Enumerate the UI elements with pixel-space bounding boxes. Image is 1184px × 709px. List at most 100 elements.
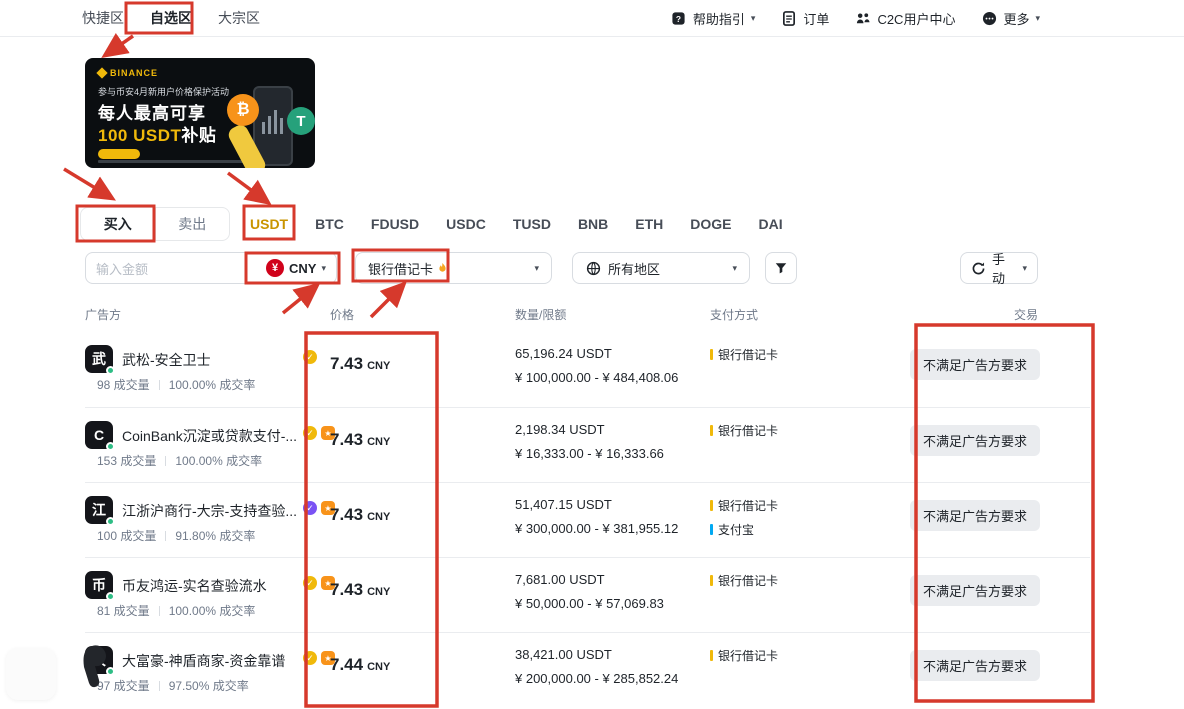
promo-banner[interactable]: BINANCE 参与币安4月新用户价格保护活动 每人最高可享 100 USDT补…: [85, 58, 315, 168]
trade-action-button[interactable]: 不满足广告方要求: [910, 650, 1040, 681]
advertiser-stats: 97 成交量97.50% 成交率: [97, 677, 249, 694]
annotation-arrow-usdt: [228, 173, 266, 201]
more-menu[interactable]: 更多 ▾: [981, 9, 1040, 28]
col-advertiser: 广告方: [85, 306, 121, 323]
asset-tab-bnb[interactable]: BNB: [578, 216, 608, 232]
asset-tab-doge[interactable]: DOGE: [690, 216, 731, 232]
c2c-user-center-menu[interactable]: C2C用户中心: [855, 9, 955, 28]
table-row[interactable]: 武 武松-安全卫士 ✓ 98 成交量100.00% 成交率 7.43CNY 65…: [85, 332, 1090, 407]
amount-input[interactable]: 输入金额: [96, 259, 148, 278]
limit-range: ¥ 200,000.00 - ¥ 285,852.24: [515, 671, 678, 686]
svg-text:?: ?: [676, 13, 681, 23]
top-navbar: 快捷区 自选区 大宗区 ? 帮助指引 ▾ 订单 C: [0, 0, 1184, 37]
tab-express-zone[interactable]: 快捷区: [82, 8, 124, 28]
globe-icon: [585, 260, 601, 276]
advertiser-name[interactable]: 大富豪-神盾商家-资金靠谱: [122, 651, 285, 671]
table-row[interactable]: C CoinBank沉淀或贷款支付-... ✓★ 153 成交量100.00% …: [85, 407, 1090, 482]
buy-sell-toggle: 买入 卖出: [80, 207, 230, 241]
advertiser-name[interactable]: 币友鸿运-实名查验流水: [122, 576, 267, 596]
binance-diamond-icon: [96, 67, 107, 78]
market-tabs: 快捷区 自选区 大宗区: [82, 0, 260, 36]
advanced-filter-button[interactable]: [765, 252, 797, 284]
table-row[interactable]: 江 江浙沪商行-大宗-支持查验... ✓★ 100 成交量91.80% 成交率 …: [85, 482, 1090, 557]
payment-methods: 银行借记卡 支付宝: [710, 497, 778, 538]
asset-tab-btc[interactable]: BTC: [315, 216, 344, 232]
chevron-down-icon: ▾: [732, 264, 737, 273]
banner-highlight: 100 USDT补贴: [98, 121, 216, 146]
trade-action-button[interactable]: 不满足广告方要求: [910, 575, 1040, 606]
advertiser-name[interactable]: CoinBank沉淀或贷款支付-...: [122, 426, 297, 446]
sell-tab[interactable]: 卖出: [156, 208, 230, 240]
available-amount: 38,421.00 USDT: [515, 647, 612, 662]
users-icon: [855, 10, 871, 26]
payment-methods: 银行借记卡: [710, 422, 778, 439]
chevron-down-icon: ▾: [751, 14, 756, 23]
col-payment: 支付方式: [710, 306, 758, 323]
online-dot: [106, 517, 115, 526]
trade-action-button[interactable]: 不满足广告方要求: [910, 349, 1040, 380]
banner-subtitle: 参与币安4月新用户价格保护活动: [98, 85, 229, 98]
asset-tab-eth[interactable]: ETH: [635, 216, 663, 232]
alipay-bar-icon: [710, 524, 713, 535]
available-amount: 65,196.24 USDT: [515, 346, 612, 361]
advertiser-stats: 98 成交量100.00% 成交率: [97, 376, 255, 393]
advertiser-name[interactable]: 武松-安全卫士: [122, 350, 211, 370]
chat-widget[interactable]: [6, 648, 56, 700]
advertiser-stats: 153 成交量100.00% 成交率: [97, 452, 262, 469]
tab-self-select-zone[interactable]: 自选区: [150, 8, 192, 28]
payment-method-select[interactable]: 银行借记卡 ▾: [355, 252, 552, 284]
col-trade: 交易: [1014, 306, 1038, 323]
avatar: C: [85, 421, 113, 449]
banner-cta-pill[interactable]: [98, 149, 140, 159]
advertiser-stats: 81 成交量100.00% 成交率: [97, 602, 255, 619]
verified-check-icon: ✓: [303, 651, 317, 665]
orders-menu[interactable]: 订单: [781, 9, 829, 28]
asset-tab-tusd[interactable]: TUSD: [513, 216, 551, 232]
avatar: 江: [85, 496, 113, 524]
refresh-mode-control[interactable]: 手动 ▾: [960, 252, 1038, 284]
payment-methods: 银行借记卡: [710, 346, 778, 363]
online-dot: [106, 667, 115, 676]
verified-check-icon: ✓: [303, 426, 317, 440]
cny-yuan-icon: ¥: [266, 259, 284, 277]
online-dot: [106, 592, 115, 601]
bank-card-bar-icon: [710, 575, 713, 586]
verified-check-icon: ✓: [303, 501, 317, 515]
bank-card-bar-icon: [710, 650, 713, 661]
price-cell: 7.43CNY: [330, 430, 390, 450]
table-row[interactable]: 大 大富豪-神盾商家-资金靠谱 ✓★ 97 成交量97.50% 成交率 7.44…: [85, 632, 1090, 707]
payment-methods: 银行借记卡: [710, 572, 778, 589]
buy-tab[interactable]: 买入: [81, 208, 156, 240]
refresh-icon: [971, 260, 986, 276]
col-amount-limit: 数量/限额: [515, 306, 566, 323]
available-amount: 2,198.34 USDT: [515, 422, 605, 437]
price-cell: 7.43CNY: [330, 505, 390, 525]
limit-range: ¥ 300,000.00 - ¥ 381,955.12: [515, 521, 678, 536]
asset-tabs: USDT BTC FDUSD USDC TUSD BNB ETH DOGE DA…: [250, 207, 783, 241]
col-price: 价格: [330, 306, 354, 323]
annotation-arrow-buy: [64, 169, 110, 197]
bank-card-bar-icon: [710, 349, 713, 360]
asset-tab-dai[interactable]: DAI: [759, 216, 783, 232]
tether-icon: T: [287, 107, 315, 135]
amount-filter-group: 输入金额 ¥ CNY ▾: [85, 252, 337, 284]
help-guide-menu[interactable]: ? 帮助指引 ▾: [671, 9, 756, 28]
table-row[interactable]: 币 币友鸿运-实名查验流水 ✓★ 81 成交量100.00% 成交率 7.43C…: [85, 557, 1090, 632]
payment-methods: 银行借记卡: [710, 647, 778, 664]
trade-action-button[interactable]: 不满足广告方要求: [910, 500, 1040, 531]
asset-tab-usdt[interactable]: USDT: [250, 216, 288, 232]
price-cell: 7.44CNY: [330, 655, 390, 675]
binance-logo: BINANCE: [98, 68, 158, 78]
tab-block-zone[interactable]: 大宗区: [218, 8, 260, 28]
advertiser-name[interactable]: 江浙沪商行-大宗-支持查验...: [122, 501, 297, 521]
chevron-down-icon: ▾: [1035, 14, 1040, 23]
limit-range: ¥ 50,000.00 - ¥ 57,069.83: [515, 596, 664, 611]
available-amount: 51,407.15 USDT: [515, 497, 612, 512]
asset-tab-fdusd[interactable]: FDUSD: [371, 216, 419, 232]
trade-action-button[interactable]: 不满足广告方要求: [910, 425, 1040, 456]
region-select[interactable]: 所有地区 ▾: [572, 252, 750, 284]
fiat-currency-select[interactable]: ¥ CNY ▾: [266, 259, 326, 277]
online-dot: [106, 442, 115, 451]
more-ellipsis-icon: [981, 10, 997, 26]
asset-tab-usdc[interactable]: USDC: [446, 216, 486, 232]
